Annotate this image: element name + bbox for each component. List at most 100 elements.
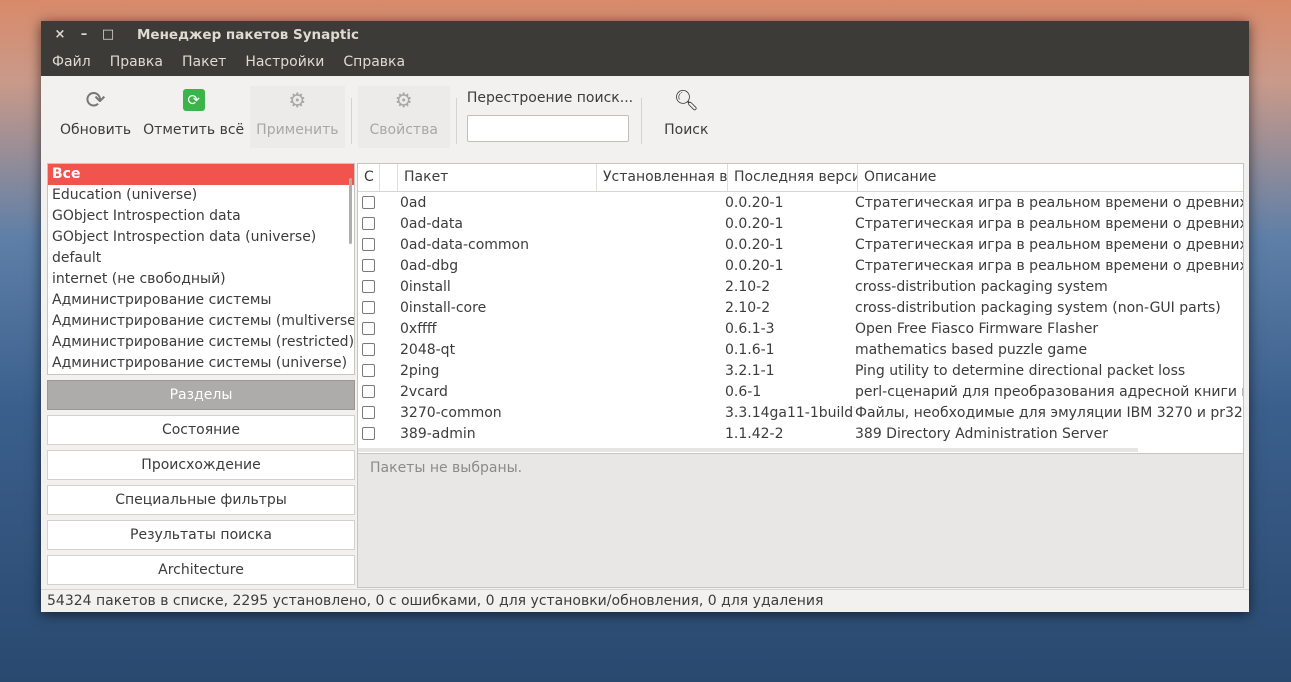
- col-description[interactable]: Описание: [858, 164, 1243, 191]
- category-item[interactable]: GObject Introspection data (universe): [48, 227, 354, 248]
- synaptic-window: × – □ Менеджер пакетов Synaptic Файл Пра…: [41, 21, 1249, 612]
- package-checkbox[interactable]: [362, 280, 375, 293]
- package-row[interactable]: 0install 2.10-2 cross-distribution packagi…: [358, 276, 1243, 297]
- col-installed-version[interactable]: Установленная ве: [597, 164, 728, 191]
- filter-custom-filters-button[interactable]: Специальные фильтры: [47, 485, 355, 515]
- package-row[interactable]: 2048-qt 0.1.6-1 mathematics based puzzle g…: [358, 339, 1243, 360]
- package-row[interactable]: 0ad 0.0.20-1 Стратегическая игра в реально…: [358, 192, 1243, 213]
- gear-icon: ⚙: [394, 88, 413, 112]
- left-pane: Все Education (universe) GObject Introspec…: [47, 163, 355, 585]
- menu-bar: Файл Правка Пакет Настройки Справка: [41, 48, 1249, 76]
- package-checkbox[interactable]: [362, 259, 375, 272]
- reload-button[interactable]: ⟳ Обновить: [54, 86, 137, 148]
- filter-search-results-button[interactable]: Результаты поиска: [47, 520, 355, 550]
- maximize-button[interactable]: □: [96, 27, 120, 42]
- package-details: Пакеты не выбраны.: [358, 453, 1243, 587]
- properties-button[interactable]: ⚙ Свойства: [357, 86, 450, 148]
- minimize-button[interactable]: –: [72, 27, 96, 42]
- package-checkbox[interactable]: [362, 217, 375, 230]
- package-row[interactable]: 389-admin 1.1.42-2 389 Directory Administr…: [358, 423, 1243, 444]
- close-button[interactable]: ×: [48, 27, 72, 42]
- category-item[interactable]: Education (universe): [48, 185, 354, 206]
- category-item[interactable]: Администрирование системы (multiverse): [48, 311, 354, 332]
- package-checkbox[interactable]: [362, 364, 375, 377]
- latest-version: 0.0.20-1: [725, 236, 784, 253]
- filter-origin-button[interactable]: Происхождение: [47, 450, 355, 480]
- package-table-header: С Пакет Установленная ве Последняя верси…: [358, 164, 1243, 192]
- package-name: 0install: [400, 278, 451, 295]
- package-description: mathematics based puzzle game: [855, 341, 1088, 358]
- package-name: 0ad-data: [400, 215, 463, 232]
- quick-search: Перестроение поиск...: [466, 86, 634, 142]
- category-scrollbar[interactable]: [349, 178, 352, 244]
- apply-button[interactable]: ⚙ Применить: [250, 86, 345, 148]
- category-item[interactable]: default: [48, 248, 354, 269]
- filter-sections-button[interactable]: Разделы: [47, 380, 355, 410]
- package-row[interactable]: 2ping 3.2.1-1 Ping utility to determine di…: [358, 360, 1243, 381]
- col-package[interactable]: Пакет: [398, 164, 597, 191]
- menu-help[interactable]: Справка: [343, 54, 405, 70]
- col-latest-version[interactable]: Последняя версия: [728, 164, 858, 191]
- mark-all-label: Отметить всё: [143, 122, 245, 138]
- package-checkbox[interactable]: [362, 343, 375, 356]
- package-checkbox[interactable]: [362, 406, 375, 419]
- package-checkbox[interactable]: [362, 301, 375, 314]
- search-icon: 🔍︎: [673, 88, 699, 112]
- menu-edit[interactable]: Правка: [110, 54, 163, 70]
- package-checkbox[interactable]: [362, 385, 375, 398]
- package-description: Стратегическая игра в реальном времени о…: [855, 215, 1243, 232]
- package-row[interactable]: 0ad-data 0.0.20-1 Стратегическая игра в ре…: [358, 213, 1243, 234]
- horizontal-scrollbar[interactable]: [358, 448, 1138, 452]
- package-name: 0ad-data-common: [400, 236, 529, 253]
- filter-architecture-button[interactable]: Architecture: [47, 555, 355, 585]
- category-item[interactable]: Администрирование системы (restricted): [48, 332, 354, 353]
- category-list: Все Education (universe) GObject Introspec…: [47, 163, 355, 375]
- package-name: 2vcard: [400, 383, 448, 400]
- package-row[interactable]: 2vcard 0.6-1 perl-сценарий для преобразова…: [358, 381, 1243, 402]
- latest-version: 0.6.1-3: [725, 320, 775, 337]
- package-checkbox[interactable]: [362, 196, 375, 209]
- latest-version: 0.6-1: [725, 383, 762, 400]
- package-checkbox[interactable]: [362, 427, 375, 440]
- package-checkbox[interactable]: [362, 238, 375, 251]
- window-title: Менеджер пакетов Synaptic: [137, 26, 360, 43]
- latest-version: 0.0.20-1: [725, 194, 784, 211]
- menu-settings[interactable]: Настройки: [245, 54, 324, 70]
- filter-status-button[interactable]: Состояние: [47, 415, 355, 445]
- category-item[interactable]: internet (не свободный): [48, 269, 354, 290]
- col-support[interactable]: [380, 164, 398, 191]
- category-item[interactable]: Администрирование системы (universe): [48, 353, 354, 374]
- package-row[interactable]: 0ad-data-common 0.0.20-1 Стратегическая иг…: [358, 234, 1243, 255]
- latest-version: 3.2.1-1: [725, 362, 775, 379]
- latest-version: 0.0.20-1: [725, 215, 784, 232]
- package-description: cross-distribution packaging system: [855, 278, 1108, 295]
- col-status[interactable]: С: [358, 164, 380, 191]
- package-row[interactable]: 0xffff 0.6.1-3 Open Free Fiasco Firmware F…: [358, 318, 1243, 339]
- reload-icon: ⟳: [85, 86, 106, 114]
- package-name: 2ping: [400, 362, 440, 379]
- package-description: Open Free Fiasco Firmware Flasher: [855, 320, 1099, 337]
- latest-version: 0.0.20-1: [725, 257, 784, 274]
- package-pane: С Пакет Установленная ве Последняя верси…: [357, 163, 1244, 588]
- menu-package[interactable]: Пакет: [182, 54, 226, 70]
- package-description: perl-сценарий для преобразования адресно…: [855, 383, 1243, 400]
- package-row[interactable]: 0install-core 2.10-2 cross-distribution pa…: [358, 297, 1243, 318]
- latest-version: 2.10-2: [725, 299, 771, 316]
- mark-all-button[interactable]: ⟳ Отметить всё: [137, 86, 250, 148]
- category-item[interactable]: GObject Introspection data: [48, 206, 354, 227]
- package-row[interactable]: 3270-common 3.3.14ga11-1build1 Файлы, необ…: [358, 402, 1243, 423]
- toolbar-separator: [350, 98, 352, 144]
- category-item[interactable]: Все: [48, 164, 354, 185]
- package-description: Стратегическая игра в реальном времени о…: [855, 257, 1243, 274]
- status-bar: 54324 пакетов в списке, 2295 установлено…: [41, 589, 1249, 612]
- search-status-label: Перестроение поиск...: [466, 90, 634, 106]
- package-checkbox[interactable]: [362, 322, 375, 335]
- search-button[interactable]: 🔍︎ Поиск: [648, 86, 724, 148]
- package-row[interactable]: 0ad-dbg 0.0.20-1 Стратегическая игра в реа…: [358, 255, 1243, 276]
- menu-file[interactable]: Файл: [52, 54, 91, 70]
- category-item[interactable]: Администрирование системы: [48, 290, 354, 311]
- toolbar-separator: [641, 98, 643, 144]
- latest-version: 3.3.14ga11-1build1: [725, 404, 855, 421]
- quick-search-input[interactable]: [466, 115, 629, 142]
- package-name: 0xffff: [400, 320, 437, 337]
